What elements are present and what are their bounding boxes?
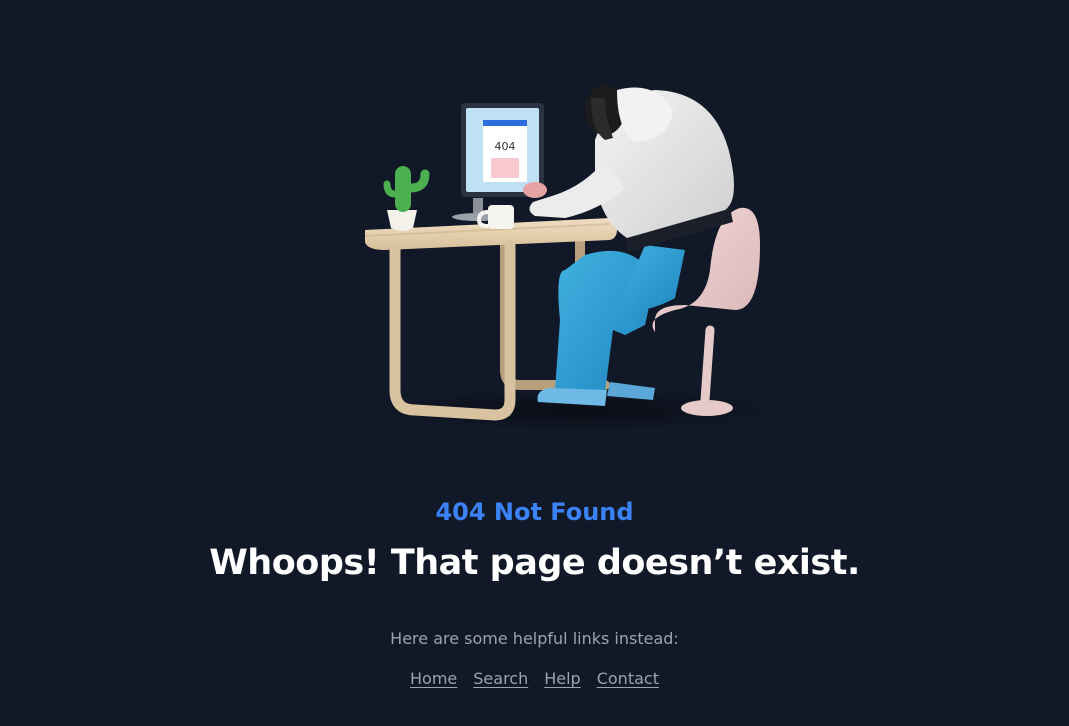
helper-text: Here are some helpful links instead: bbox=[390, 629, 679, 648]
monitor-404-text: 404 bbox=[495, 140, 516, 153]
search-link[interactable]: Search bbox=[473, 667, 528, 691]
person bbox=[523, 85, 734, 406]
monitor: 404 bbox=[452, 103, 544, 221]
error-content: 404 Not Found Whoops! That page doesn’t … bbox=[0, 494, 1069, 691]
contact-link[interactable]: Contact bbox=[597, 667, 659, 691]
helpful-links: Home Search Help Contact bbox=[0, 667, 1069, 691]
error-headline: Whoops! That page doesn’t exist. bbox=[209, 543, 860, 583]
home-link[interactable]: Home bbox=[410, 667, 457, 691]
help-link[interactable]: Help bbox=[544, 667, 580, 691]
cactus-plant bbox=[383, 166, 430, 231]
error-code: 404 Not Found bbox=[435, 498, 634, 526]
person-at-desk-illustration: 404 bbox=[355, 70, 785, 440]
